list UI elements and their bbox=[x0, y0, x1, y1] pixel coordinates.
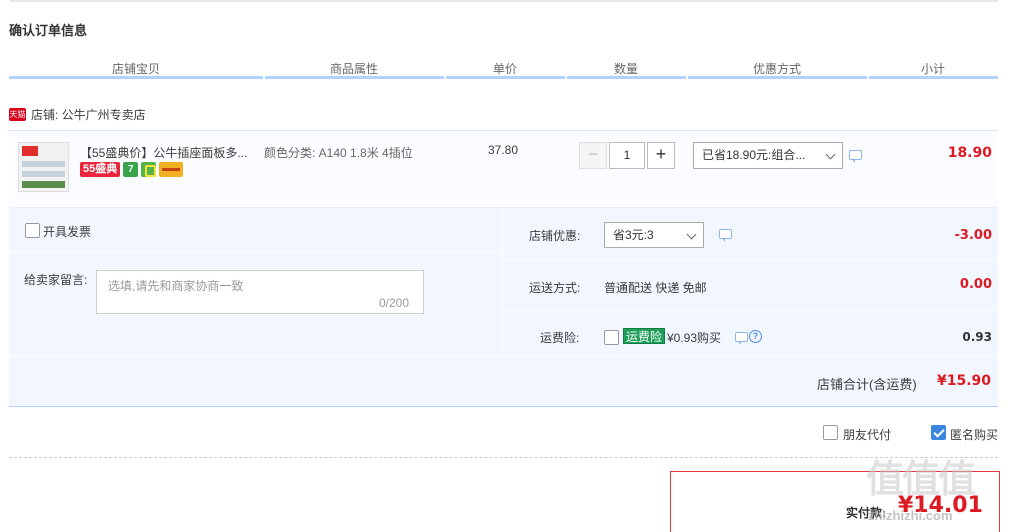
header-promotion: 优惠方式 bbox=[753, 62, 802, 76]
shop-discount-value: -3.00 bbox=[954, 228, 992, 243]
invoice-checkbox[interactable] bbox=[25, 223, 40, 238]
friend-pay-checkbox[interactable] bbox=[823, 425, 838, 440]
quantity-increase-button[interactable]: + bbox=[647, 142, 675, 169]
unit-price: 37.80 bbox=[488, 143, 519, 157]
delivery-label: 运送方式: bbox=[529, 281, 581, 295]
shop-discount-select-value: 省3元:3 bbox=[613, 228, 654, 242]
header-gap bbox=[565, 76, 567, 79]
product-attribute: 颜色分类: A140 1.8米 4插位 bbox=[264, 146, 413, 160]
panel-divider bbox=[502, 208, 503, 355]
message-icon[interactable] bbox=[719, 229, 732, 242]
quantity-decrease-button[interactable]: − bbox=[579, 142, 607, 169]
header-gap bbox=[686, 76, 688, 79]
header-quantity: 数量 bbox=[614, 62, 639, 76]
invoice-label[interactable]: 开具发票 bbox=[43, 223, 91, 240]
message-icon[interactable] bbox=[849, 150, 862, 163]
delivery-fee: 0.00 bbox=[959, 277, 992, 292]
promotion-select-value: 已省18.90元:组合... bbox=[702, 148, 806, 162]
shop-discount-select[interactable]: 省3元:3 bbox=[604, 222, 704, 248]
chevron-down-icon bbox=[686, 229, 697, 240]
festival-55-badge: 55盛典 bbox=[80, 162, 121, 177]
insurance-price[interactable]: ¥0.93购买 bbox=[667, 329, 721, 346]
header-gap bbox=[867, 76, 869, 79]
top-divider bbox=[10, 0, 998, 2]
tmall-icon: 天猫 bbox=[9, 108, 26, 121]
quantity-input[interactable]: 1 bbox=[609, 142, 645, 169]
chevron-down-icon bbox=[825, 149, 836, 160]
panel-row-divider bbox=[9, 355, 998, 356]
insurance-tag: 运费险 bbox=[623, 328, 666, 344]
anonymous-label[interactable]: 匿名购买 bbox=[950, 426, 998, 443]
insurance-checkbox[interactable] bbox=[604, 330, 619, 345]
watermark-url: zhizhizhi.com bbox=[868, 508, 953, 523]
item-subtotal: 18.90 bbox=[947, 145, 992, 161]
help-icon[interactable]: ? bbox=[749, 330, 762, 343]
product-badges: 55盛典 7 bbox=[80, 162, 184, 177]
delivery-method: 普通配送 快递 免邮 bbox=[604, 281, 707, 295]
product-title-link[interactable]: 【55盛典价】公牛插座面板多... bbox=[80, 144, 247, 161]
shop-name-link[interactable]: 店铺: 公牛广州专卖店 bbox=[31, 106, 146, 123]
guarantee-icon bbox=[141, 162, 157, 177]
header-gap bbox=[263, 76, 265, 79]
header-subtotal: 小计 bbox=[921, 62, 946, 76]
watermark-logo: 值值值 bbox=[866, 459, 976, 501]
credit-card-icon bbox=[159, 162, 184, 177]
header-underline bbox=[9, 76, 998, 79]
header-attributes: 商品属性 bbox=[330, 62, 379, 76]
memo-placeholder: 选填,请先和商家协商一致 bbox=[108, 279, 244, 293]
seven-day-return-icon: 7 bbox=[123, 162, 139, 177]
memo-char-count: 0/200 bbox=[379, 296, 410, 310]
insurance-label: 运费险: bbox=[540, 331, 580, 345]
header-unit-price: 单价 bbox=[493, 62, 518, 76]
header-gap bbox=[444, 76, 446, 79]
page-title: 确认订单信息 bbox=[9, 23, 88, 38]
shop-total-label: 店铺合计(含运费) bbox=[817, 377, 917, 392]
shop-total-value: ¥15.90 bbox=[937, 373, 992, 389]
anonymous-checkbox[interactable] bbox=[931, 425, 946, 440]
friend-pay-label[interactable]: 朋友代付 bbox=[843, 426, 891, 443]
message-icon[interactable] bbox=[735, 332, 748, 345]
panel-row-divider bbox=[503, 260, 998, 261]
shop-row: 天猫 店铺: 公牛广州专卖店 bbox=[9, 106, 146, 123]
panel-row-divider bbox=[503, 310, 998, 311]
panel-row-divider bbox=[9, 252, 502, 253]
product-thumbnail[interactable] bbox=[18, 142, 69, 192]
shop-discount-label: 店铺优惠: bbox=[529, 229, 581, 243]
memo-label: 给卖家留言: bbox=[24, 273, 88, 287]
header-shop-item: 店铺宝贝 bbox=[112, 62, 161, 76]
promotion-select[interactable]: 已省18.90元:组合... bbox=[693, 142, 843, 169]
section-divider bbox=[9, 457, 998, 458]
insurance-value: 0.93 bbox=[962, 330, 992, 344]
